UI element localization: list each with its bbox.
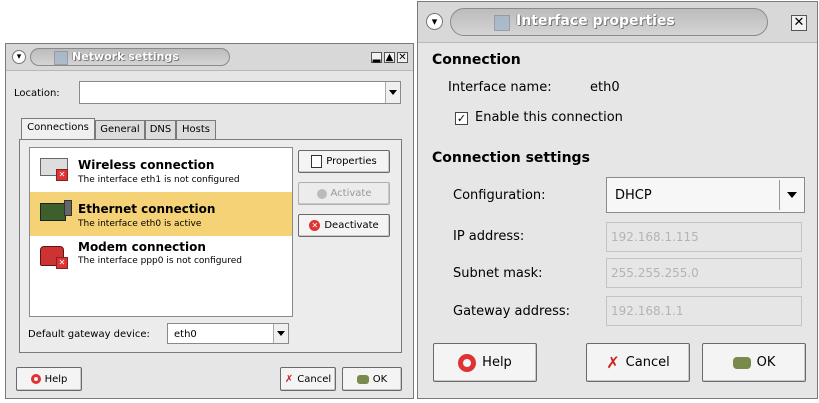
interface-properties-window: ▾ Interface properties ✕ Connection Inte… — [417, 1, 818, 399]
chevron-down-icon — [389, 90, 397, 95]
subnet-mask-input[interactable]: 255.255.255.0 — [606, 258, 802, 288]
properties-icon — [311, 155, 323, 168]
cancel-button[interactable]: ✗ Cancel — [586, 343, 690, 382]
cancel-button[interactable]: ✗ Cancel — [280, 367, 336, 391]
connection-subtitle: The interface eth0 is active — [78, 219, 202, 229]
subnet-mask-label: Subnet mask: — [453, 266, 543, 281]
window-title: Interface properties — [516, 13, 675, 29]
list-item-wireless[interactable]: ✕ Wireless connection The interface eth1… — [30, 148, 292, 192]
activate-icon — [316, 188, 327, 199]
window-menu-button[interactable]: ▾ — [12, 50, 26, 64]
properties-button[interactable]: Properties — [298, 150, 390, 173]
connection-heading: Connection — [432, 52, 521, 68]
enable-checkbox-label[interactable]: Enable this connection — [475, 110, 623, 125]
configuration-select[interactable]: DHCP — [606, 177, 805, 213]
connection-title: Wireless connection — [78, 158, 215, 172]
network-app-icon — [54, 51, 68, 65]
tab-general[interactable]: General — [95, 120, 145, 140]
network-settings-window: ▾ Network settings ▂ ▲ ✕ Location: Conne… — [5, 43, 414, 399]
location-label: Location: — [14, 88, 60, 99]
connection-settings-heading: Connection settings — [432, 150, 590, 166]
interface-name-label: Interface name: — [448, 80, 552, 95]
enable-checkbox[interactable]: ✓ — [455, 112, 468, 125]
ok-hand-icon — [356, 374, 369, 384]
connection-subtitle: The interface eth1 is not configured — [78, 175, 240, 185]
window-menu-button[interactable]: ▾ — [426, 13, 443, 30]
ethernet-card-icon — [40, 203, 66, 221]
maximize-button[interactable]: ▲ — [384, 52, 395, 63]
activate-button[interactable]: Activate — [298, 182, 390, 205]
tab-dns[interactable]: DNS — [145, 120, 176, 140]
chevron-down-icon — [787, 192, 797, 198]
help-button[interactable]: Help — [433, 343, 537, 382]
connection-title: Ethernet connection — [78, 202, 216, 216]
ip-address-input[interactable]: 192.168.1.115 — [606, 222, 802, 252]
chevron-down-icon — [277, 331, 285, 336]
ip-address-label: IP address: — [453, 229, 525, 244]
tab-hosts[interactable]: Hosts — [176, 120, 216, 140]
lifebuoy-icon — [458, 353, 477, 372]
list-item-modem[interactable]: ✕ Modem connection The interface ppp0 is… — [30, 236, 292, 280]
gateway-device-label: Default gateway device: — [28, 329, 150, 340]
location-select[interactable] — [79, 81, 401, 104]
cancel-x-icon: ✗ — [284, 373, 294, 385]
ok-button[interactable]: OK — [342, 367, 402, 391]
gateway-address-input[interactable]: 192.168.1.1 — [606, 296, 802, 326]
not-configured-badge-icon: ✕ — [56, 169, 68, 181]
ok-hand-icon — [732, 356, 751, 369]
gateway-device-select[interactable]: eth0 — [167, 323, 289, 344]
not-configured-badge-icon: ✕ — [56, 257, 68, 269]
deactivate-icon: ✕ — [309, 220, 321, 231]
interface-name-value: eth0 — [590, 80, 620, 95]
connection-title: Modem connection — [78, 240, 206, 254]
window-title: Network settings — [72, 50, 179, 63]
lifebuoy-icon — [30, 374, 41, 384]
deactivate-button[interactable]: ✕ Deactivate — [298, 214, 390, 237]
close-button[interactable]: ✕ — [791, 15, 807, 31]
close-button[interactable]: ✕ — [397, 52, 408, 63]
tab-connections[interactable]: Connections — [21, 118, 95, 140]
ok-button[interactable]: OK — [702, 343, 806, 382]
interface-app-icon — [494, 15, 510, 31]
connections-list: ✕ Wireless connection The interface eth1… — [29, 147, 293, 317]
list-item-ethernet[interactable]: Ethernet connection The interface eth0 i… — [30, 192, 292, 236]
gateway-address-label: Gateway address: — [453, 304, 571, 319]
minimize-button[interactable]: ▂ — [371, 52, 382, 63]
cancel-x-icon: ✗ — [606, 353, 620, 372]
configuration-label: Configuration: — [453, 188, 546, 203]
active-plug-icon — [64, 200, 72, 216]
help-button[interactable]: Help — [16, 367, 82, 391]
interface-titlebar[interactable]: ▾ Interface properties ✕ — [418, 2, 817, 43]
connection-subtitle: The interface ppp0 is not configured — [78, 256, 242, 266]
network-titlebar[interactable]: ▾ Network settings ▂ ▲ ✕ — [6, 44, 413, 71]
